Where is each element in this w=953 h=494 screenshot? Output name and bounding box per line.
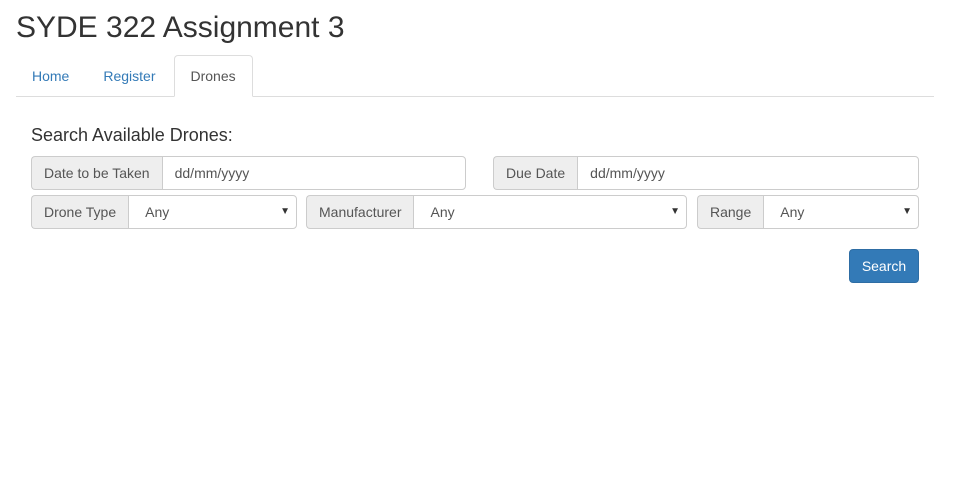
- range-label: Range: [697, 195, 764, 229]
- page-title: SYDE 322 Assignment 3: [16, 11, 345, 44]
- manufacturer-label: Manufacturer: [306, 195, 414, 229]
- range-caret-icon: ▼: [902, 206, 912, 217]
- drone-type-value: Any: [145, 204, 170, 220]
- date-taken-input[interactable]: dd/mm/yyyy: [161, 156, 466, 190]
- drone-type-label: Drone Type: [31, 195, 129, 229]
- nav-tabs: Home Register Drones: [16, 55, 934, 97]
- manufacturer-value: Any: [430, 204, 455, 220]
- date-taken-placeholder: dd/mm/yyyy: [174, 165, 250, 181]
- manufacturer-caret-icon: ▼: [670, 206, 680, 217]
- search-heading: Search Available Drones:: [31, 125, 233, 145]
- date-taken-group: Date to be Taken dd/mm/yyyy: [31, 156, 466, 190]
- due-date-label: Due Date: [493, 156, 578, 190]
- drone-type-select[interactable]: Any ▼: [128, 195, 297, 229]
- date-taken-label: Date to be Taken: [31, 156, 162, 190]
- range-select[interactable]: Any ▼: [763, 195, 919, 229]
- range-value: Any: [780, 204, 805, 220]
- manufacturer-select[interactable]: Any ▼: [413, 195, 687, 229]
- tab-drones[interactable]: Drones: [173, 55, 253, 97]
- tab-home[interactable]: Home: [16, 56, 85, 96]
- range-group: Range Any ▼: [697, 195, 919, 229]
- due-date-input[interactable]: dd/mm/yyyy: [577, 156, 919, 190]
- due-date-placeholder: dd/mm/yyyy: [590, 165, 665, 181]
- tab-register[interactable]: Register: [87, 56, 171, 96]
- page: SYDE 322 Assignment 3 Home Register Dron…: [0, 0, 953, 494]
- manufacturer-group: Manufacturer Any ▼: [306, 195, 687, 229]
- search-button[interactable]: Search: [849, 249, 919, 283]
- drone-type-group: Drone Type Any ▼: [31, 195, 297, 229]
- due-date-group: Due Date dd/mm/yyyy: [493, 156, 919, 190]
- drone-type-caret-icon: ▼: [280, 206, 290, 217]
